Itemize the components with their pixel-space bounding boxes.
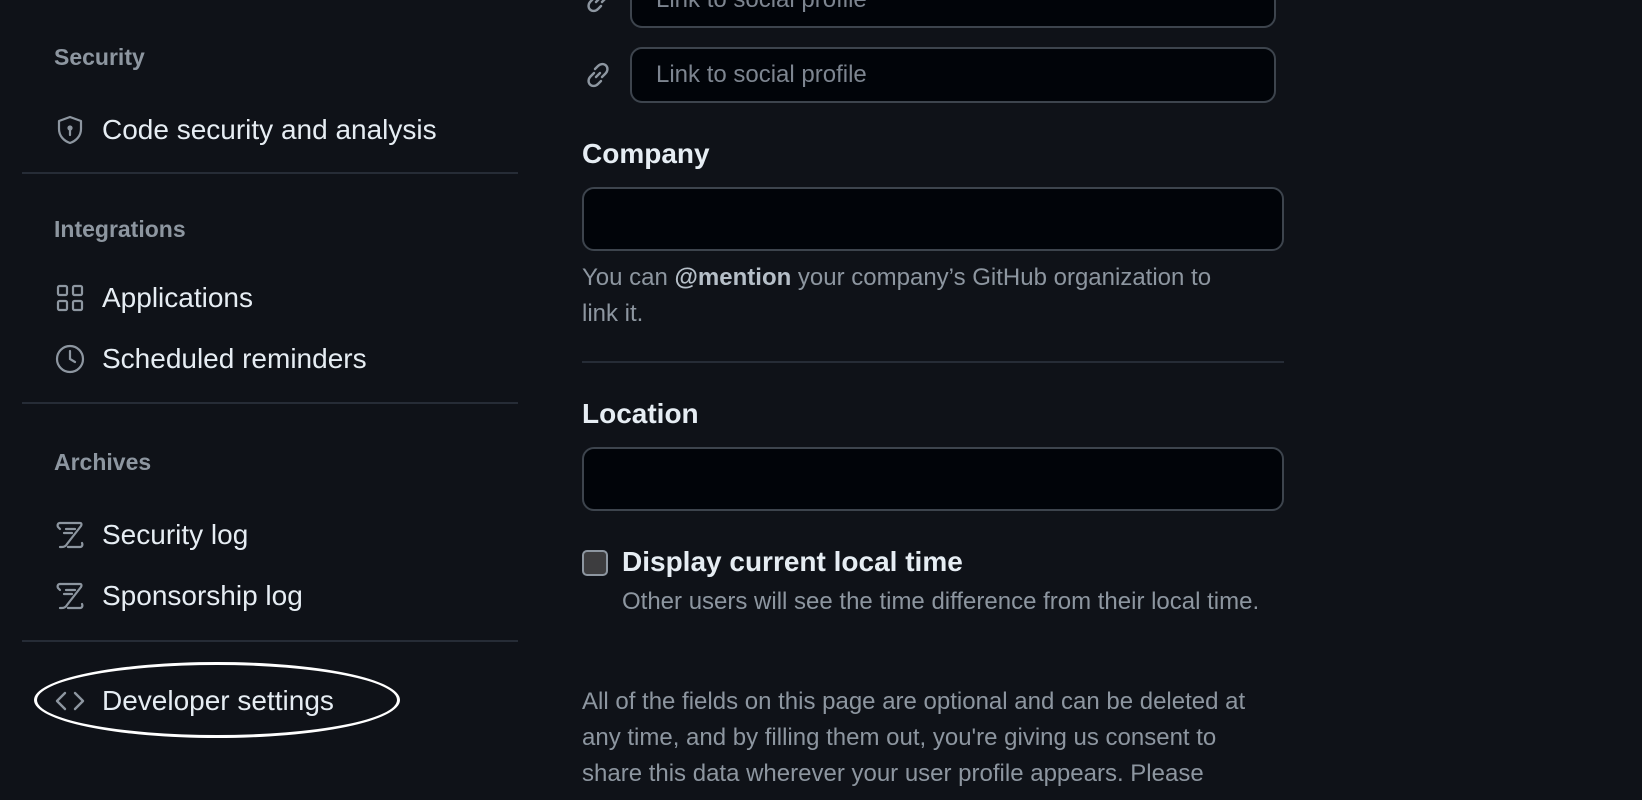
optional-fields-note: All of the fields on this page are optio… (582, 688, 1246, 787)
settings-sidebar: Security Code security and analysis Inte… (22, 0, 518, 800)
sidebar-item-scheduled-reminders[interactable]: Scheduled reminders (54, 335, 367, 383)
form-divider (582, 361, 1284, 363)
link-icon (582, 0, 614, 16)
sidebar-item-label: Code security and analysis (102, 114, 437, 145)
sidebar-item-security-log[interactable]: Security log (54, 511, 248, 559)
log-icon (54, 519, 86, 551)
social-profile-input[interactable] (630, 0, 1276, 28)
shield-lock-icon (54, 114, 86, 146)
sidebar-divider (22, 172, 518, 174)
local-time-checkbox[interactable] (582, 550, 608, 576)
company-hint: You can @mention your company’s GitHub o… (582, 260, 1242, 332)
link-icon (582, 59, 614, 91)
social-link-row (582, 0, 1282, 28)
location-label: Location (582, 398, 699, 429)
social-profile-input[interactable] (630, 47, 1276, 103)
sidebar-item-applications[interactable]: Applications (54, 274, 253, 322)
social-link-row (582, 47, 1282, 103)
local-time-hint: Other users will see the time difference… (622, 588, 1260, 615)
sidebar-divider (22, 402, 518, 404)
sidebar-item-label: Applications (102, 282, 253, 313)
local-time-label: Display current local time (622, 546, 963, 577)
sidebar-item-label: Sponsorship log (102, 580, 303, 611)
apps-grid-icon (54, 282, 86, 314)
company-hint-prefix: You can (582, 264, 675, 291)
profile-form: Company You can @mention your company’s … (582, 0, 1292, 800)
company-label: Company (582, 138, 710, 169)
sidebar-item-label: Scheduled reminders (102, 343, 367, 374)
section-heading-integrations: Integrations (54, 216, 186, 242)
sidebar-item-label: Security log (102, 519, 249, 550)
sidebar-item-developer-settings[interactable]: Developer settings (54, 677, 334, 725)
log-icon (54, 580, 86, 612)
clock-icon (54, 343, 86, 375)
section-heading-security: Security (54, 44, 145, 70)
company-hint-mention: @mention (674, 264, 792, 291)
sidebar-divider (22, 640, 518, 642)
settings-page: Security Code security and analysis Inte… (0, 0, 1642, 800)
section-heading-archives: Archives (54, 449, 152, 475)
location-input[interactable] (582, 447, 1284, 511)
sidebar-item-label: Developer settings (102, 685, 334, 716)
sidebar-item-sponsorship-log[interactable]: Sponsorship log (54, 572, 303, 620)
company-input[interactable] (582, 187, 1284, 251)
sidebar-item-code-security[interactable]: Code security and analysis (54, 106, 437, 154)
code-icon (54, 685, 86, 717)
